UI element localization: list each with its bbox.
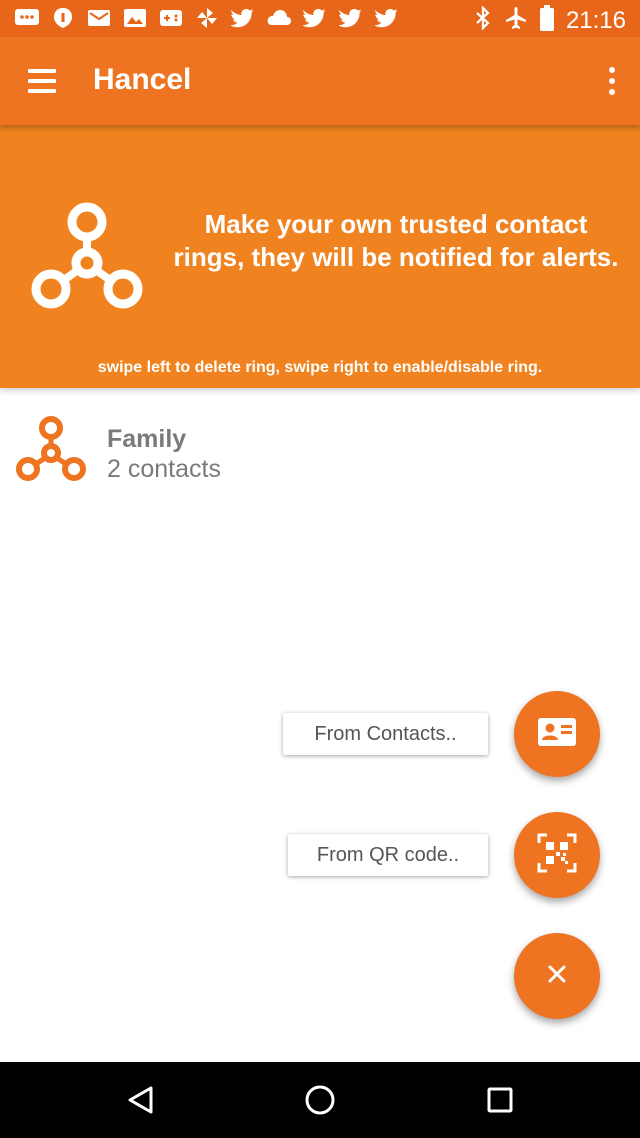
messages-icon — [14, 7, 40, 29]
ring-icon — [14, 415, 88, 488]
overflow-menu-icon[interactable] — [602, 63, 622, 99]
twitter-icon — [302, 7, 328, 29]
back-icon[interactable] — [121, 1080, 161, 1120]
pinwheel-icon — [194, 7, 220, 29]
home-icon[interactable] — [300, 1080, 340, 1120]
airplane-mode-icon — [504, 6, 528, 35]
app-title: Hancel — [93, 63, 192, 96]
contact-card-icon — [537, 717, 577, 752]
list-item-ring-family[interactable]: Family 2 contacts — [0, 405, 640, 495]
info-banner: Make your own trusted contact rings, the… — [0, 125, 640, 388]
bluetooth-icon — [474, 5, 492, 35]
banner-headline: Make your own trusted contact rings, the… — [173, 209, 619, 272]
twitter-icon — [338, 7, 364, 29]
app-bar: Hancel — [0, 37, 640, 125]
ring-name: Family — [107, 425, 187, 453]
from-contacts-button[interactable] — [514, 691, 600, 777]
twitter-icon — [374, 7, 400, 29]
system-icons: 21:16 — [474, 5, 626, 36]
pushbullet-icon — [50, 7, 76, 29]
notification-icons — [14, 7, 400, 29]
status-time: 21:16 — [565, 6, 626, 34]
close-fab-button[interactable] — [514, 933, 600, 1019]
recents-icon[interactable] — [480, 1080, 520, 1120]
menu-icon[interactable] — [18, 59, 66, 103]
from-contacts-label[interactable]: From Contacts.. — [283, 713, 488, 755]
status-bar: 21:16 — [0, 0, 640, 37]
ring-contact-count: 2 contacts — [107, 455, 221, 483]
twitter-icon — [230, 7, 256, 29]
mail-icon — [86, 7, 112, 29]
system-nav-bar — [0, 1062, 640, 1138]
from-qr-code-label[interactable]: From QR code.. — [288, 834, 488, 876]
cloud-icon — [266, 7, 292, 29]
image-icon — [122, 7, 148, 29]
from-qr-code-button[interactable] — [514, 812, 600, 898]
gamepad-icon — [158, 7, 184, 29]
qr-code-icon — [537, 833, 577, 878]
battery-icon — [539, 5, 554, 36]
banner-hint: swipe left to delete ring, swipe right t… — [97, 359, 543, 376]
close-icon — [546, 963, 568, 990]
ring-logo-icon — [28, 200, 148, 317]
